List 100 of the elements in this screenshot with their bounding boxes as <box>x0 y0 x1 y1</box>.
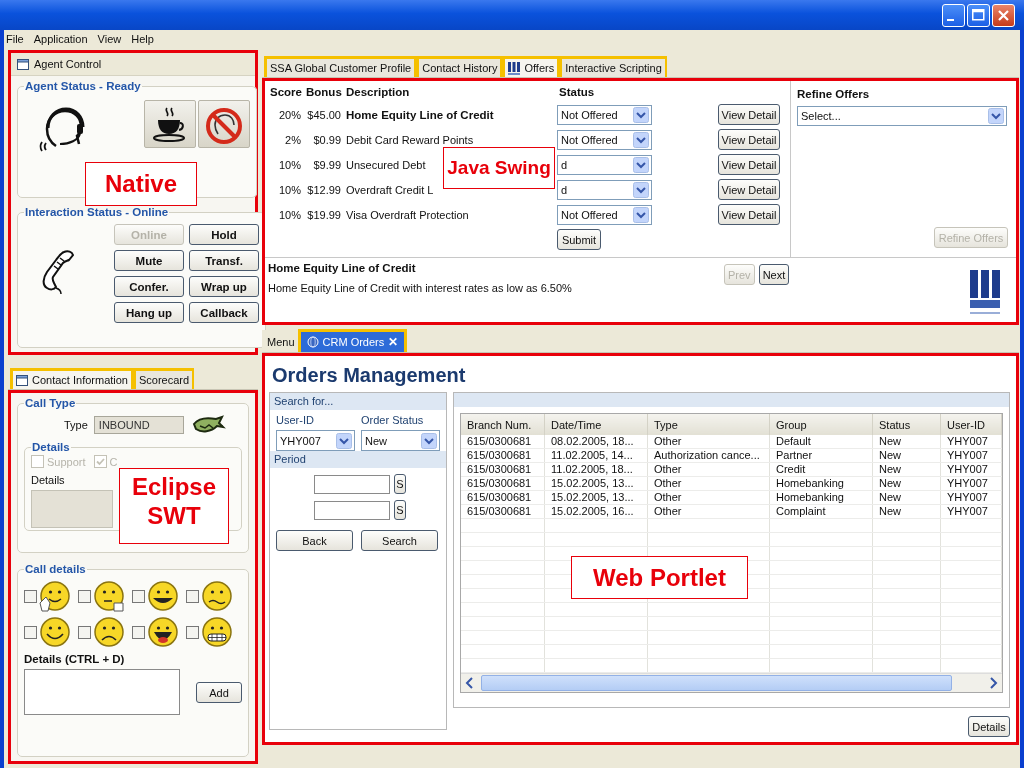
table-cell: Other <box>647 435 770 449</box>
add-button[interactable]: Add <box>196 682 242 703</box>
dropdown[interactable]: Not Offered <box>557 104 652 125</box>
tab[interactable]: Interactive Scripting <box>559 56 667 77</box>
date-picker-button[interactable]: S <box>394 474 406 494</box>
dropdown[interactable]: Not Offered <box>557 129 652 150</box>
table-cell: New <box>872 435 941 449</box>
table-cell: New <box>872 490 941 505</box>
action-button[interactable]: Wrap up <box>189 276 259 297</box>
table-cell-text: 2% <box>284 132 302 148</box>
dropdown[interactable]: Not Offered <box>557 204 652 225</box>
checkbox[interactable] <box>24 625 37 639</box>
view-detail-button[interactable]: View Detail <box>718 204 780 225</box>
view-detail-button[interactable]: View Detail <box>718 129 780 150</box>
action-button[interactable]: Transf. <box>189 250 259 271</box>
tab[interactable]: SSA Global Customer Profile <box>264 56 417 77</box>
checkbox[interactable] <box>78 589 91 603</box>
checkbox-label: C <box>109 455 118 468</box>
checkbox[interactable] <box>132 589 145 603</box>
action-button[interactable]: Hang up <box>114 302 184 323</box>
table-cell: New <box>872 476 941 491</box>
submit-button[interactable]: Submit <box>557 229 601 250</box>
table-cell: 15.02.2005, 13... <box>544 476 648 491</box>
horizontal-scrollbar[interactable] <box>461 673 1002 692</box>
menu-item[interactable]: Application <box>33 33 88 45</box>
field-label: Type <box>64 419 88 431</box>
checkbox[interactable] <box>132 625 145 639</box>
next-button[interactable]: Next <box>758 264 790 285</box>
action-button[interactable]: Hold <box>189 224 259 245</box>
menu-item[interactable]: File <box>6 33 24 45</box>
checkbox[interactable] <box>78 625 91 639</box>
section-title: Home Equity Line of Credit <box>268 262 417 274</box>
view-detail-button[interactable]: View Detail <box>718 179 780 200</box>
maximize-icon <box>972 9 985 21</box>
dropdown[interactable]: YHY007 <box>276 430 355 451</box>
table-cell: 11.02.2005, 14... <box>544 448 648 463</box>
maximize-button[interactable] <box>967 3 990 27</box>
tab[interactable]: CRM Orders ✕ <box>297 329 408 352</box>
notes-field[interactable] <box>24 669 180 715</box>
grinning-smiley-icon <box>146 579 180 613</box>
worried-smiley-icon <box>200 579 234 613</box>
field-label: Details <box>31 474 66 486</box>
field-label: Order Status <box>361 414 425 426</box>
view-detail-button[interactable]: View Detail <box>718 104 780 125</box>
window-icon <box>16 374 28 386</box>
tab[interactable]: Contact Information <box>10 368 133 389</box>
search-button[interactable]: Search <box>361 530 438 551</box>
menu-item[interactable]: Help <box>131 33 154 45</box>
back-button[interactable]: Back <box>276 530 353 551</box>
close-button[interactable]: ✕ <box>388 335 399 349</box>
tab[interactable]: Contact History <box>416 56 503 77</box>
close-icon <box>998 9 1009 21</box>
action-button[interactable]: Mute <box>114 250 184 271</box>
column-header: Status <box>558 86 596 100</box>
table-cell: Other <box>647 490 770 505</box>
menu-item[interactable]: View <box>97 33 122 45</box>
coffee-button[interactable] <box>144 100 196 148</box>
column-header: Score <box>269 86 303 100</box>
field-label: Details (CTRL + D) <box>24 653 126 665</box>
dropdown[interactable]: d <box>557 179 652 200</box>
table-cell: Authorization cance... <box>647 448 770 463</box>
chevron-icon <box>633 106 649 123</box>
type-field[interactable]: INBOUND <box>93 416 184 434</box>
close-button[interactable] <box>992 3 1015 27</box>
tab[interactable]: Offers <box>502 56 560 77</box>
group-title: Call details <box>24 563 87 575</box>
table-cell-text: Home Equity Line of Credit <box>345 107 494 123</box>
minimize-button[interactable] <box>942 3 965 27</box>
column-header: Description <box>345 86 411 100</box>
chevron-icon <box>988 108 1004 124</box>
checkbox[interactable] <box>186 589 199 603</box>
do-not-disturb-button[interactable] <box>198 100 250 148</box>
table-cell: Homebanking <box>769 490 873 505</box>
chevron-icon <box>633 206 649 223</box>
table-cell: 11.02.2005, 18... <box>544 462 648 477</box>
action-button[interactable]: Confer. <box>114 276 184 297</box>
callout-label: Java Swing <box>443 147 555 189</box>
table-cell: Partner <box>769 448 873 463</box>
date-picker-button[interactable]: S <box>394 500 406 520</box>
details-button[interactable]: Details <box>968 716 1010 737</box>
dropdown[interactable]: d <box>557 154 652 175</box>
table-cell-text: 10% <box>277 182 302 198</box>
checkbox[interactable] <box>24 589 37 603</box>
tab[interactable]: Scorecard <box>133 368 195 389</box>
date-field[interactable] <box>314 474 390 494</box>
table-cell: New <box>872 448 941 463</box>
checkbox-label: Support <box>47 455 86 468</box>
view-detail-button[interactable]: View Detail <box>718 154 780 175</box>
checkbox[interactable] <box>186 625 199 639</box>
dropdown[interactable]: New <box>361 430 440 451</box>
minimize-icon <box>947 19 954 21</box>
date-field[interactable] <box>314 500 390 520</box>
dropdown[interactable]: Select... <box>797 106 1007 126</box>
table-cell-text: 10% <box>277 207 302 223</box>
scroll-thumb[interactable] <box>481 675 952 691</box>
table-cell: Credit <box>769 462 873 477</box>
table-cell-text: $45.00 <box>306 107 342 123</box>
section-title: Period <box>270 451 446 468</box>
grimacing-smiley-icon <box>200 615 234 649</box>
action-button[interactable]: Callback <box>189 302 259 323</box>
